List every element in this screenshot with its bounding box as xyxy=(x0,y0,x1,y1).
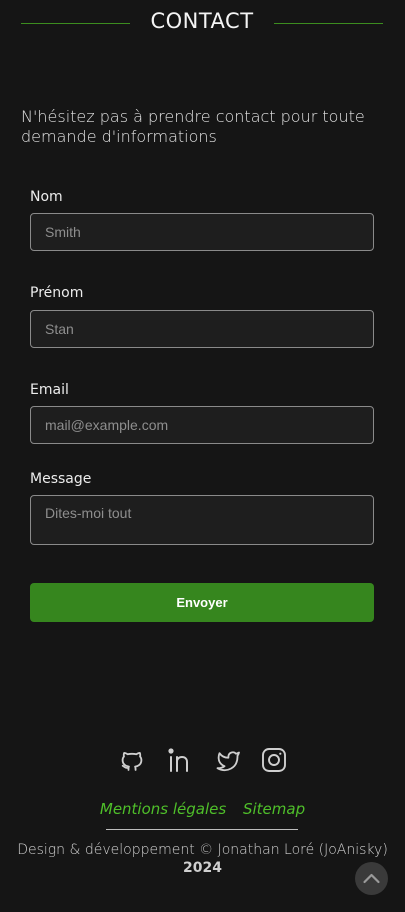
footer-divider xyxy=(106,829,298,830)
sitemap-link[interactable]: Sitemap xyxy=(243,800,305,818)
page-title: CONTACT xyxy=(150,9,254,33)
mentions-legales-link[interactable]: Mentions légales xyxy=(100,800,226,818)
submit-button[interactable]: Envoyer xyxy=(30,583,374,622)
instagram-icon xyxy=(260,746,288,774)
footer-links: Mentions légales Sitemap xyxy=(0,800,405,818)
scroll-to-top-button[interactable] xyxy=(355,862,388,895)
nom-label: Nom xyxy=(30,189,63,205)
twitter-link[interactable] xyxy=(214,746,242,774)
credits-text: Design & développement © Jonathan Loré (… xyxy=(17,842,388,858)
header-line-left xyxy=(21,23,130,24)
intro-text: N'hésitez pas à prendre contact pour tou… xyxy=(21,107,365,146)
chevron-up-icon xyxy=(355,862,388,895)
linkedin-link[interactable] xyxy=(167,746,195,774)
nom-input[interactable] xyxy=(30,213,374,251)
prenom-input[interactable] xyxy=(30,310,374,348)
header-line-right xyxy=(274,23,383,24)
github-icon xyxy=(118,746,146,774)
email-input[interactable] xyxy=(30,406,374,444)
linkedin-icon xyxy=(167,746,195,774)
message-label: Message xyxy=(30,471,92,487)
credits-year: 2024 xyxy=(183,860,222,876)
contact-page: CONTACT N'hésitez pas à prendre contact … xyxy=(0,0,405,912)
message-textarea[interactable] xyxy=(30,495,374,545)
prenom-label: Prénom xyxy=(30,285,84,301)
footer-credits: Design & développement © Jonathan Loré (… xyxy=(0,841,405,877)
email-label: Email xyxy=(30,382,69,398)
section-header: CONTACT xyxy=(0,0,405,46)
twitter-icon xyxy=(214,746,242,774)
github-link[interactable] xyxy=(118,746,146,774)
social-links xyxy=(0,746,405,776)
instagram-link[interactable] xyxy=(260,746,288,774)
